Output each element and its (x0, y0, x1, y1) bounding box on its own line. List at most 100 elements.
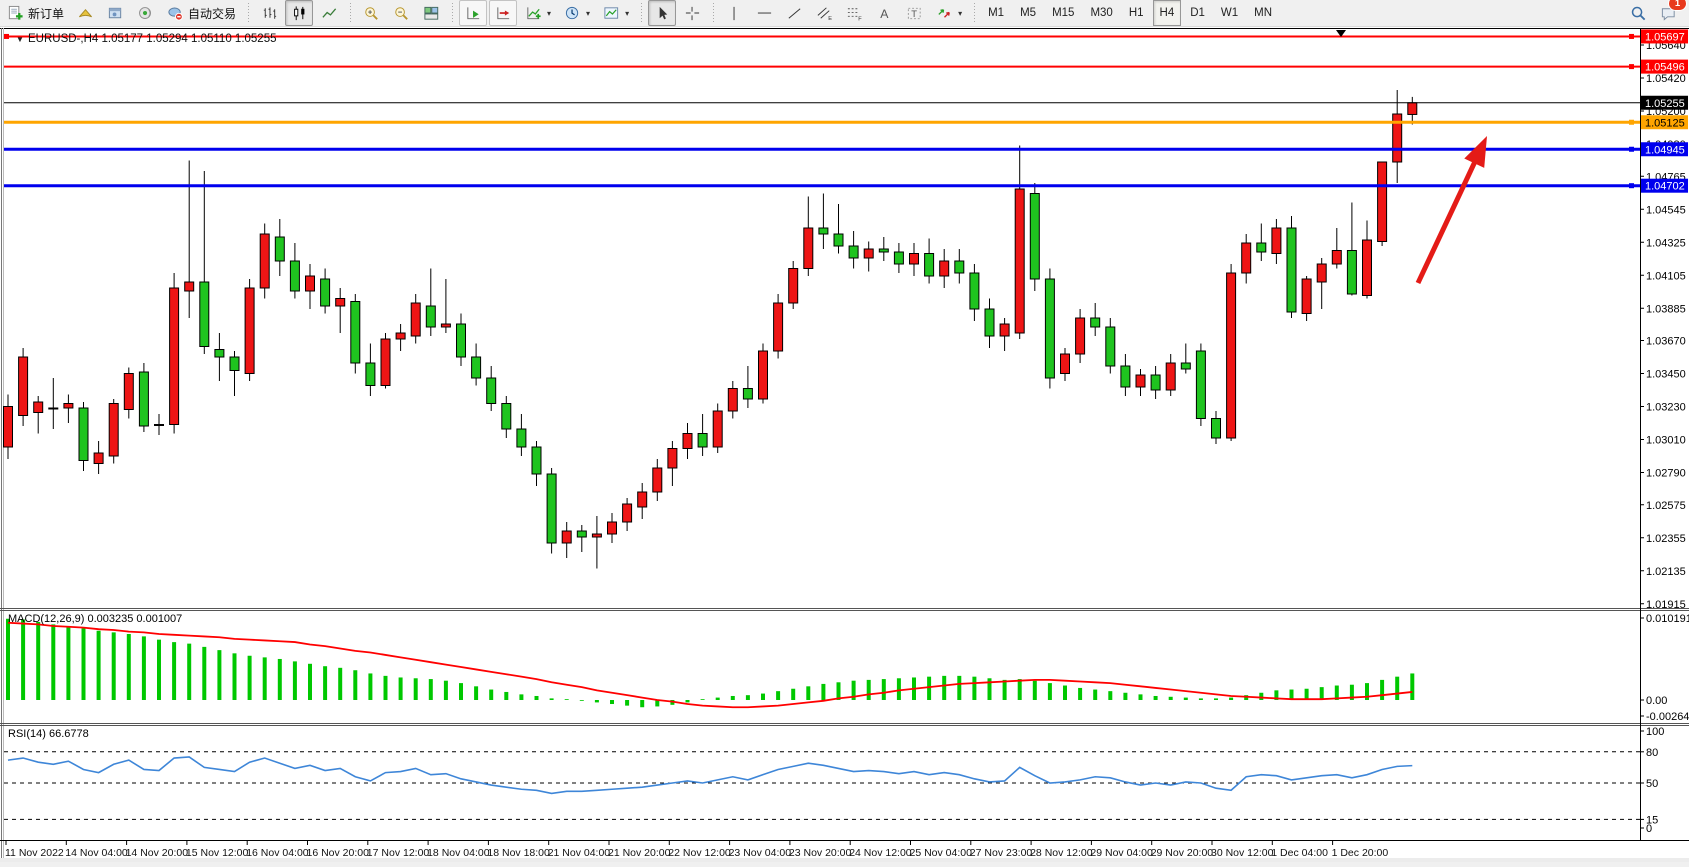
candle (653, 468, 662, 492)
price-level-badge-label: 1.05697 (1645, 31, 1685, 43)
date-tick-label: 28 Nov 12:00 (1030, 847, 1093, 859)
current-price-badge-label: 1.05255 (1645, 98, 1685, 110)
signal-button[interactable] (131, 0, 159, 26)
macd-axis-label: 0.010191 (1646, 613, 1689, 625)
candle (245, 288, 254, 374)
equidistant-channel-icon: E (815, 5, 833, 22)
search-button[interactable] (1624, 0, 1652, 26)
bar-chart-button[interactable] (255, 0, 283, 26)
text-label-icon: T (905, 5, 923, 22)
trendline-button[interactable] (780, 0, 808, 26)
candle (1106, 327, 1115, 366)
chart-title-label: EURUSD-,H4 1.05177 1.05294 1.05110 1.052… (28, 33, 277, 45)
dropdown-arrow-icon[interactable]: ▾ (586, 9, 590, 18)
arrows-button[interactable]: ▾ (930, 0, 967, 26)
new-order-button[interactable]: 新订单 (1, 0, 69, 26)
zoom-in-button[interactable] (357, 0, 385, 26)
date-tick-label: 18 Nov 04:00 (427, 847, 490, 859)
price-tick-label: 1.02790 (1646, 468, 1686, 480)
dropdown-arrow-icon[interactable]: ▾ (625, 9, 629, 18)
auto-trading-button[interactable]: 自动交易 (161, 0, 241, 26)
candle (819, 228, 828, 234)
cursor-icon (653, 5, 671, 22)
line-handle[interactable] (1629, 183, 1634, 188)
dropdown-arrow-icon[interactable]: ▾ (958, 9, 962, 18)
notifications-button[interactable]: 1 (1654, 0, 1682, 26)
equidistant-channel-button[interactable]: E (810, 0, 838, 26)
candle (426, 306, 435, 327)
candlestick-chart-button[interactable] (285, 0, 313, 26)
date-tick-label: 15 Nov 12:00 (186, 847, 249, 859)
profiles-button[interactable] (71, 0, 99, 26)
candle (124, 374, 133, 410)
notification-badge: 1 (1668, 0, 1687, 11)
profiles-icon (76, 5, 94, 22)
tab-timeframe-d1[interactable]: D1 (1183, 0, 1212, 26)
date-tick-label: 21 Nov 04:00 (548, 847, 611, 859)
chart-canvas[interactable]: 1.056401.054201.052001.049801.047651.045… (0, 26, 1689, 862)
tab-timeframe-m1[interactable]: M1 (981, 0, 1011, 26)
tab-timeframe-w1[interactable]: W1 (1214, 0, 1245, 26)
tile-windows-button[interactable] (417, 0, 445, 26)
candle (109, 404, 118, 457)
line-handle[interactable] (1629, 120, 1634, 125)
candle (502, 404, 511, 430)
candle (1000, 324, 1009, 336)
line-handle[interactable] (4, 34, 9, 39)
crosshair-button[interactable] (678, 0, 706, 26)
candle (1045, 279, 1054, 378)
candle (698, 434, 707, 448)
candle (1061, 354, 1070, 374)
line-handle[interactable] (1629, 64, 1634, 69)
chart-window[interactable]: 1.056401.054201.052001.049801.047651.045… (0, 26, 1689, 862)
candle (19, 357, 28, 416)
candle (743, 389, 752, 400)
candle (79, 408, 88, 461)
candle (306, 276, 315, 291)
tab-timeframe-h1[interactable]: H1 (1122, 0, 1151, 26)
line-handle[interactable] (1629, 147, 1634, 152)
tile-windows-icon (422, 5, 440, 22)
candlestick-chart-icon (290, 5, 308, 22)
candle (34, 402, 43, 413)
cursor-button[interactable] (648, 0, 676, 26)
price-tick-label: 1.01915 (1646, 599, 1686, 611)
line-chart-button[interactable] (315, 0, 343, 26)
horizontal-line-button[interactable] (750, 0, 778, 26)
templates-button[interactable]: ▾ (597, 0, 634, 26)
candle (940, 261, 949, 276)
candle (381, 339, 390, 386)
terminal-button[interactable] (101, 0, 129, 26)
candle (260, 234, 269, 288)
zoom-out-icon (392, 5, 410, 22)
fibonacci-button[interactable]: F (840, 0, 868, 26)
auto-trading-icon (166, 5, 184, 22)
indicators-button[interactable]: ▾ (519, 0, 556, 26)
auto-scroll-button[interactable] (459, 0, 487, 26)
candle (1272, 228, 1281, 254)
dropdown-arrow-icon[interactable]: ▾ (547, 9, 551, 18)
text-button[interactable]: A (870, 0, 898, 26)
price-tick-label: 1.03885 (1646, 303, 1686, 315)
candle (1091, 318, 1100, 327)
candle (457, 324, 466, 357)
candle (638, 492, 647, 507)
tab-timeframe-h4[interactable]: H4 (1153, 0, 1182, 26)
zoom-out-button[interactable] (387, 0, 415, 26)
tab-timeframe-mn[interactable]: MN (1247, 0, 1279, 26)
tab-timeframe-m15[interactable]: M15 (1045, 0, 1081, 26)
crosshair-icon (683, 5, 701, 22)
line-handle[interactable] (1629, 34, 1634, 39)
text-label-button[interactable]: T (900, 0, 928, 26)
periods-button[interactable]: ▾ (558, 0, 595, 26)
tab-timeframe-m5[interactable]: M5 (1013, 0, 1043, 26)
chart-shift-button[interactable] (489, 0, 517, 26)
vertical-line-button[interactable] (720, 0, 748, 26)
tab-timeframe-m30[interactable]: M30 (1083, 0, 1119, 26)
candle (139, 372, 148, 426)
price-tick-label: 1.02135 (1646, 566, 1686, 578)
svg-text:F: F (858, 16, 862, 21)
candle (215, 350, 224, 358)
date-tick-label: 21 Nov 20:00 (608, 847, 671, 859)
candle (985, 309, 994, 336)
